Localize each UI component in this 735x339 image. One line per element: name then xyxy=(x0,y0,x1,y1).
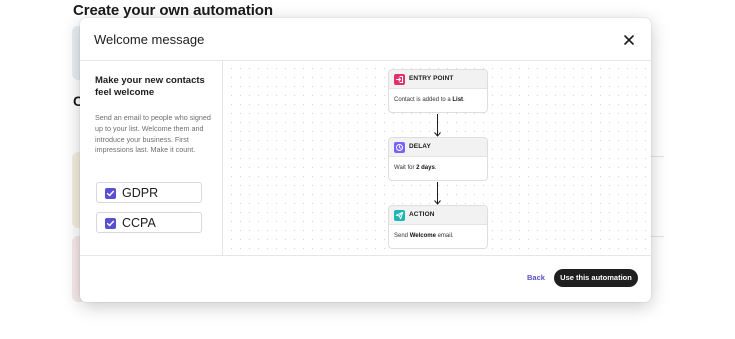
back-button[interactable]: Back xyxy=(527,273,545,282)
description-pane: Make your new contacts feel welcome Send… xyxy=(80,61,223,255)
workflow-step-delay[interactable]: DELAY Wait for 2 days. xyxy=(388,137,488,181)
step-header: DELAY xyxy=(389,138,487,157)
entry-point-icon xyxy=(394,74,405,85)
workflow-canvas: ENTRY POINT Contact is added to a List. … xyxy=(224,61,651,255)
step-title: DELAY xyxy=(409,143,431,150)
gdpr-label: GDPR xyxy=(122,186,159,200)
step-header: ACTION xyxy=(389,206,487,225)
step-description: Send Welcome email. xyxy=(394,233,454,239)
checkbox-checked xyxy=(105,188,116,199)
modal-footer: Back Use this automation xyxy=(80,255,651,302)
step-description: Contact is added to a List. xyxy=(394,97,465,103)
step-header: ENTRY POINT xyxy=(389,70,487,89)
background-divider xyxy=(650,236,664,237)
checkmark-icon xyxy=(106,190,115,197)
welcome-message-modal: Welcome message Make your new contacts f… xyxy=(80,18,651,302)
step-title: ENTRY POINT xyxy=(409,75,454,82)
clock-icon xyxy=(394,142,405,153)
close-button[interactable] xyxy=(621,32,637,48)
automation-heading: Make your new contacts feel welcome xyxy=(95,75,205,98)
step-description: Wait for 2 days. xyxy=(394,165,437,171)
step-title: ACTION xyxy=(409,211,435,218)
workflow-step-action[interactable]: ACTION Send Welcome email. xyxy=(388,205,488,249)
gdpr-checkbox[interactable]: GDPR xyxy=(96,182,202,203)
automation-description: Send an email to people who signed up to… xyxy=(95,113,211,155)
ccpa-label: CCPA xyxy=(122,216,156,230)
background-divider xyxy=(650,156,664,157)
checkbox-checked xyxy=(105,218,116,229)
page-title: Create your own automation xyxy=(73,2,273,19)
checkmark-icon xyxy=(106,220,115,227)
modal-header: Welcome message xyxy=(80,18,651,61)
workflow-step-entry-point[interactable]: ENTRY POINT Contact is added to a List. xyxy=(388,69,488,113)
send-icon xyxy=(394,210,405,221)
ccpa-checkbox[interactable]: CCPA xyxy=(96,212,202,233)
use-this-automation-button[interactable]: Use this automation xyxy=(554,269,638,287)
modal-title: Welcome message xyxy=(94,32,205,47)
close-icon xyxy=(624,35,634,45)
